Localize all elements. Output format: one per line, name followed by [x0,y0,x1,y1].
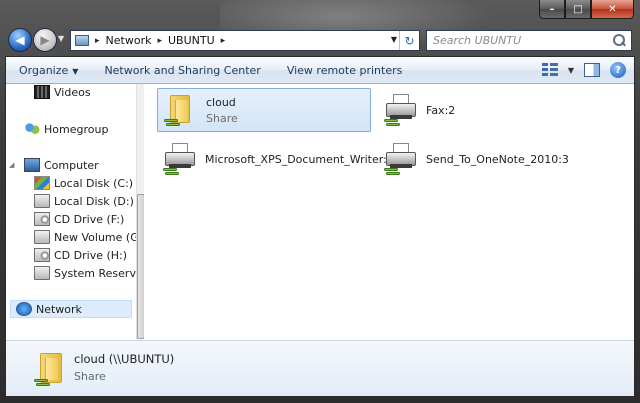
chevron-down-icon: ▼ [72,66,79,76]
collapse-arrow-icon[interactable]: ◢ [9,161,17,169]
shared-folder-icon [164,93,198,127]
sidebar-item-label: Homegroup [44,122,109,136]
sidebar-item-local-disk-c[interactable]: Local Disk (C:) [34,174,133,192]
list-item[interactable]: cloud Share [157,88,371,132]
breadcrumb-separator-icon[interactable]: ▸ [221,36,226,46]
network-location-icon [75,35,89,46]
forward-button[interactable]: ▶ [33,28,57,52]
command-bar: Organize ▼ Network and Sharing Center Vie… [6,57,634,84]
breadcrumb-separator-icon[interactable]: ▸ [157,36,162,46]
explorer-window: – □ ✕ ◀ ▶ ▼ ▸ Network ▸ UBUNTU ▸ ▼ ↻ Sea… [0,0,640,403]
sidebar-item-videos[interactable]: Videos [34,83,91,101]
refresh-button[interactable]: ↻ [399,31,419,50]
breadcrumb-ubuntu[interactable]: UBUNTU [168,34,215,47]
navigation-scrollbar[interactable] [136,84,145,339]
sidebar-item-label: Computer [44,158,99,172]
item-name: Send_To_OneNote_2010:3 [426,152,569,166]
back-button[interactable]: ◀ [8,28,32,52]
sidebar-item-cd-drive-f[interactable]: CD Drive (F:) [34,210,124,228]
computer-icon [24,158,40,172]
search-icon[interactable] [611,33,627,49]
sidebar-item-label: CD Drive (H:) [54,248,128,262]
change-view-icon[interactable] [541,63,558,77]
network-printer-icon [163,142,197,176]
address-dropdown-icon[interactable]: ▼ [391,35,397,44]
cd-drive-icon [34,212,50,226]
maximize-button[interactable]: □ [565,0,591,19]
network-printer-icon [384,142,418,176]
toolbar-right: ▼ ? [541,62,626,78]
item-name: Fax:2 [426,103,456,117]
organize-button[interactable]: Organize ▼ [6,64,91,77]
item-name: cloud [206,95,236,109]
navigation-pane: Videos Homegroup ◢ Computer Local Disk (… [6,83,150,340]
preview-pane-icon[interactable] [584,63,600,77]
sidebar-item-homegroup[interactable]: Homegroup [24,120,108,138]
list-item[interactable]: Send_To_OneNote_2010:3 [378,137,608,181]
windows-disk-icon [34,176,50,190]
help-icon[interactable]: ? [610,62,626,78]
cd-drive-icon [34,248,50,262]
sidebar-item-network[interactable]: Network [10,300,132,318]
network-printer-icon [384,93,418,127]
arrow-right-icon: ▶ [40,33,50,47]
file-list: cloud Share Fax:2 Microsoft_XPS_Document… [144,84,634,340]
item-type: Share [206,111,238,125]
sidebar-item-computer[interactable]: Computer [24,156,99,174]
view-options-dropdown[interactable]: ▼ [568,66,574,75]
sidebar-item-label: Network [36,302,82,316]
disk-icon [34,194,50,208]
sidebar-item-cd-drive-h[interactable]: CD Drive (H:) [34,246,127,264]
disk-icon [34,266,50,280]
organize-label: Organize [19,63,69,77]
item-name: Microsoft_XPS_Document_Writer:1 [205,152,394,166]
recent-pages-dropdown[interactable]: ▼ [58,34,64,43]
arrow-left-icon: ◀ [15,33,25,47]
network-sharing-center-button[interactable]: Network and Sharing Center [91,64,273,77]
sidebar-item-label: CD Drive (F:) [54,212,125,226]
explorer-client-area: Organize ▼ Network and Sharing Center Vie… [5,56,635,397]
homegroup-icon [24,122,40,136]
details-subtitle: Share [74,370,106,383]
breadcrumb-network[interactable]: Network [106,34,152,47]
view-remote-printers-button[interactable]: View remote printers [274,64,416,77]
list-item[interactable]: Fax:2 [378,88,608,132]
caption-buttons: – □ ✕ [539,0,634,20]
sidebar-item-label: New Volume (G:) [54,230,147,244]
list-item[interactable]: Microsoft_XPS_Document_Writer:1 [157,137,394,181]
sidebar-item-system-reserved[interactable]: System Reserved [34,264,150,282]
shared-folder-icon [34,351,70,387]
sidebar-item-label: Videos [54,85,91,99]
sidebar-item-label: Local Disk (D:) [54,194,134,208]
sidebar-item-local-disk-d[interactable]: Local Disk (D:) [34,192,134,210]
videos-icon [34,85,50,99]
address-bar[interactable]: ▸ Network ▸ UBUNTU ▸ ▼ ↻ [70,30,420,51]
breadcrumb-separator-icon[interactable]: ▸ [95,36,100,46]
search-input[interactable]: Search UBUNTU [433,34,611,47]
search-box[interactable]: Search UBUNTU [426,30,632,51]
details-title: cloud (\\UBUNTU) [74,352,175,366]
sidebar-item-label: Local Disk (C:) [54,176,134,190]
network-icon [16,302,32,316]
sidebar-item-new-volume-g[interactable]: New Volume (G:) [34,228,147,246]
disk-icon [34,230,50,244]
minimize-button[interactable]: – [539,0,565,19]
close-button[interactable]: ✕ [591,0,634,19]
details-pane: cloud (\\UBUNTU) Share [6,340,634,396]
